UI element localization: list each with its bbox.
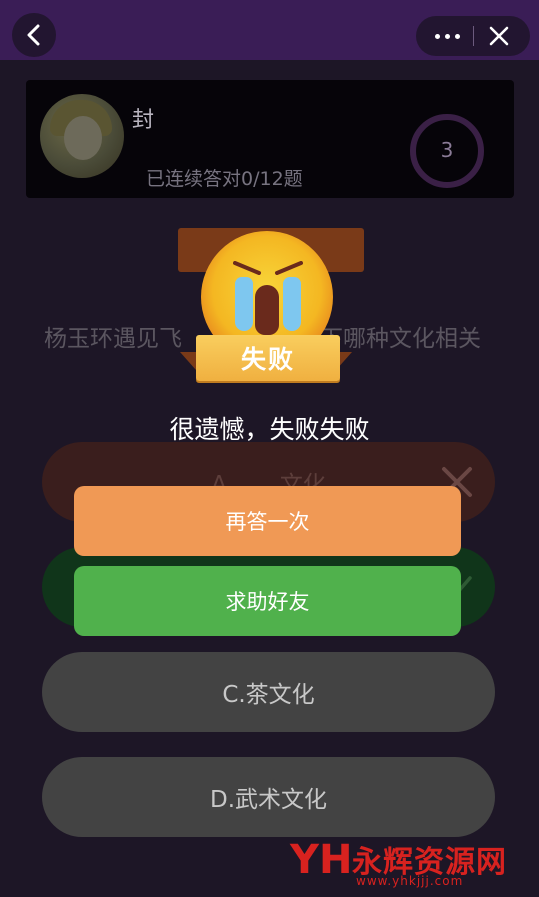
fail-message: 很遗憾，失败失败: [169, 415, 370, 444]
user-card: 封 已连续答对0/12题 3: [26, 80, 514, 198]
option-d[interactable]: D.武术文化: [42, 757, 495, 837]
option-d-label: D.武术文化: [209, 787, 328, 813]
option-c-label: C.茶文化: [222, 682, 315, 708]
close-icon[interactable]: [488, 25, 510, 47]
avatar: [40, 94, 124, 178]
ribbon-tail-left: [180, 352, 196, 370]
capsule-divider: [473, 26, 474, 46]
option-c[interactable]: C.茶文化: [42, 652, 495, 732]
username: 封: [132, 108, 155, 133]
top-navigation-bar: [0, 0, 539, 60]
score-ring: 3: [410, 114, 484, 188]
mini-program-capsule: [416, 16, 530, 56]
watermark-logo: YH: [290, 837, 353, 883]
ask-friend-button[interactable]: 求助好友: [74, 566, 461, 636]
chevron-left-icon: [27, 24, 40, 46]
score-value: 3: [440, 138, 454, 162]
watermark: YH 永辉资源网 www.yhkjjj.com: [290, 835, 530, 891]
fail-badge: 失败: [196, 335, 340, 381]
back-button[interactable]: [12, 13, 56, 57]
quiz-page: 封 已连续答对0/12题 3 杨玉环遇见飞 下哪种文化相关 A. 文化 C.茶文…: [0, 60, 539, 897]
retry-button[interactable]: 再答一次: [74, 486, 461, 556]
more-dots-icon[interactable]: [430, 16, 464, 56]
watermark-url: www.yhkjjj.com: [356, 874, 464, 888]
streak-text: 已连续答对0/12题: [146, 168, 303, 190]
